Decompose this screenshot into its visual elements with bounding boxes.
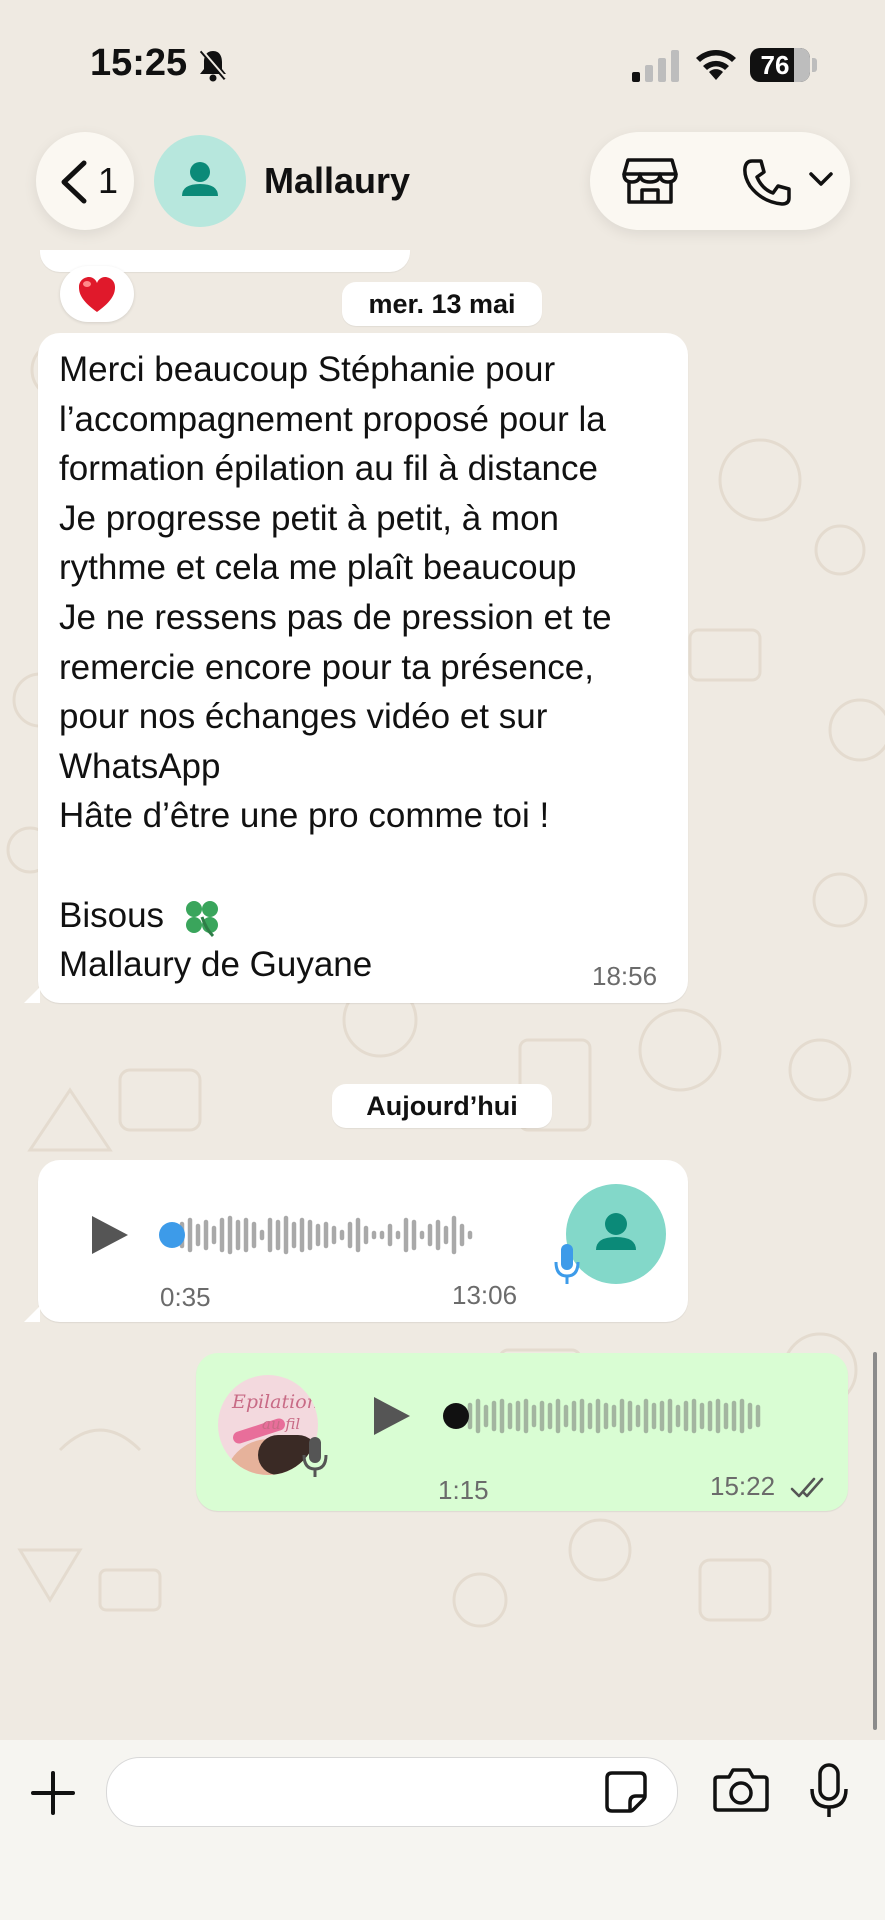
microphone-blue-icon [554,1244,580,1284]
voice-time: 15:22 [710,1471,776,1501]
battery-level: 76 [760,50,790,80]
scrollbar[interactable] [873,1352,877,1730]
bubble-tail [24,1306,40,1322]
message-time: 18:56 [592,961,658,991]
microphone-icon [302,1437,328,1477]
back-button[interactable]: 1 [36,132,134,230]
phone-icon[interactable] [742,158,792,206]
today-separator: Aujourd’hui [332,1084,552,1128]
voice-waveform[interactable] [436,1391,816,1441]
battery-tip [812,58,817,72]
status-bar: 15:25 76 [0,0,885,130]
message-signature: Mallaury de Guyane [59,945,373,985]
voice-waveform[interactable] [158,1210,518,1260]
reaction-badge[interactable]: ❤️ [60,266,134,322]
logo-text-1: Epilation [232,1391,318,1413]
composer-bar [0,1740,885,1920]
play-icon[interactable] [370,1393,414,1439]
date-separator: mer. 13 mai [342,282,542,326]
playback-position-dot[interactable] [157,1220,187,1250]
outgoing-voice-message[interactable]: Epilation au fil 1:15 15:22 [196,1353,848,1511]
voice-time: 13:06 [452,1280,518,1310]
read-receipt-icon [790,1477,824,1498]
camera-icon[interactable] [712,1767,770,1813]
play-icon[interactable] [88,1212,132,1258]
bell-slash-icon [199,49,227,82]
signal-icon [632,50,679,82]
heart-icon [79,277,115,312]
header-actions [590,132,850,230]
plus-icon[interactable] [30,1770,76,1816]
message-text: Merci beaucoup Stéphanie pour l’accompag… [59,345,679,990]
chevron-down-icon[interactable] [808,170,834,188]
battery-icon: 76 [750,48,810,82]
unread-count: 1 [98,160,119,201]
message-body: Merci beaucoup Stéphanie pour l’accompag… [59,350,612,935]
voice-duration: 0:35 [160,1282,211,1312]
bubble-tail [24,987,40,1003]
sticker-icon[interactable] [604,1770,648,1814]
status-time: 15:25 [90,42,188,84]
microphone-icon[interactable] [807,1762,851,1820]
chevron-left-icon [61,160,87,204]
playback-position-dot[interactable] [441,1401,471,1431]
store-icon[interactable] [622,156,678,206]
contact-avatar[interactable] [154,135,246,227]
clover-icon [185,901,218,938]
contact-name[interactable]: Mallaury [264,160,410,202]
incoming-message[interactable]: Merci beaucoup Stéphanie pour l’accompag… [38,333,688,1003]
logo-text-2: au fil [262,1415,301,1433]
wifi-icon [696,50,736,80]
avatar-icon [182,162,218,196]
incoming-voice-message[interactable]: 0:35 13:06 [38,1160,688,1322]
message-input[interactable] [106,1757,678,1827]
voice-duration: 1:15 [438,1475,489,1505]
